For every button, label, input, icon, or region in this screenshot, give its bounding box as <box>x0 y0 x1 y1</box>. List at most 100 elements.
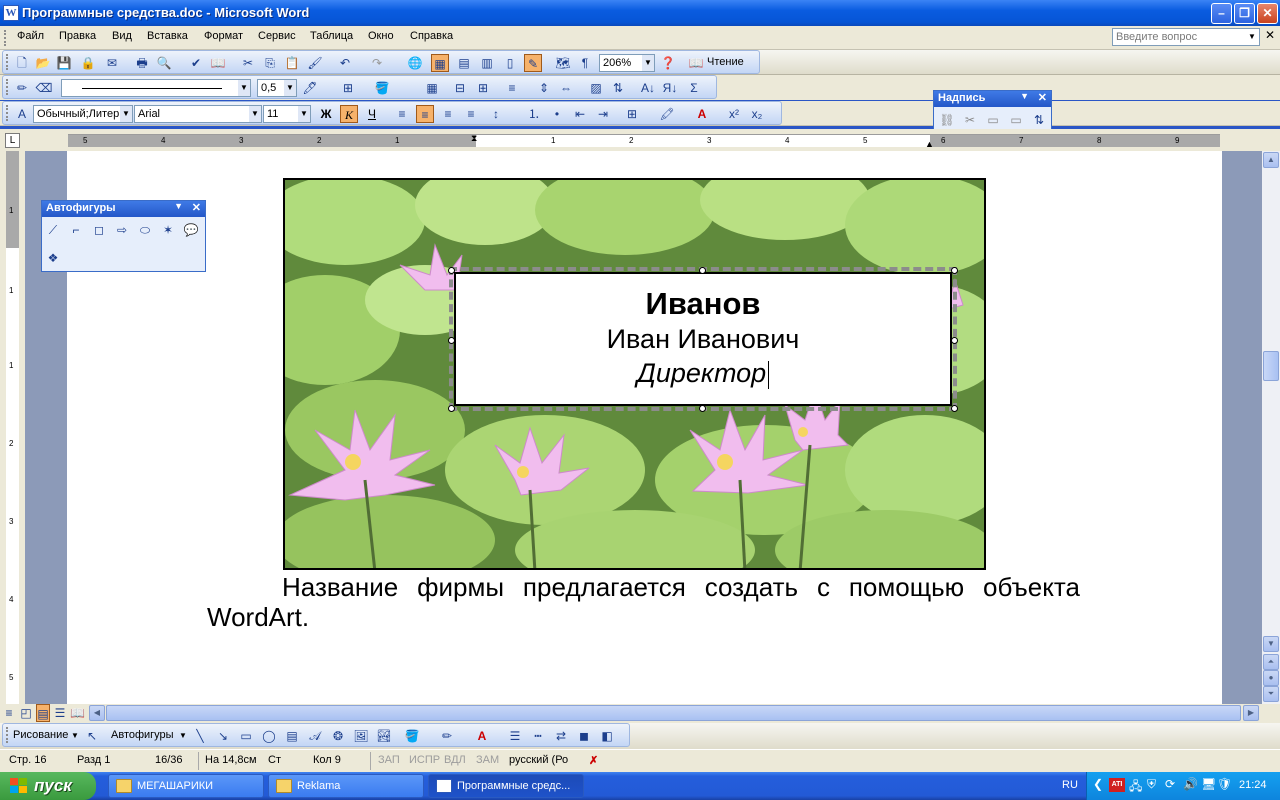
draw-menu-button[interactable]: Рисование <box>13 729 68 741</box>
fill-color-icon[interactable]: 🪣 <box>403 727 421 745</box>
style-select[interactable]: Обычный;Литер ▼ <box>33 105 133 123</box>
title-bar[interactable]: W Программные средства.doc - Microsoft W… <box>0 0 1280 26</box>
next-textbox-icon[interactable]: ▭ <box>1007 111 1025 129</box>
help-icon[interactable]: ❓ <box>659 54 677 72</box>
outline-view-icon[interactable]: ☰ <box>53 704 67 722</box>
picture-icon[interactable]: 🏞 <box>375 727 393 745</box>
align-center-icon[interactable]: ≡ <box>416 105 434 123</box>
print-icon[interactable]: 🖶 <box>133 54 151 72</box>
eraser-icon[interactable]: ⌫ <box>35 79 53 97</box>
chevron-down-icon[interactable]: ▼ <box>642 55 654 71</box>
right-indent-marker[interactable]: ▲ <box>925 139 934 149</box>
vertical-ruler[interactable]: 1 1 1 2 3 4 5 <box>0 151 25 704</box>
arrow-icon[interactable]: ↘ <box>214 727 232 745</box>
split-cells-icon[interactable]: ⊞ <box>474 79 492 97</box>
break-link-icon[interactable]: ✂ <box>961 111 979 129</box>
card-surname[interactable]: Иванов <box>456 286 950 322</box>
chevron-down-icon[interactable]: ▼ <box>298 106 310 122</box>
lines-icon[interactable]: ⟋ <box>44 221 62 239</box>
flowchart-icon[interactable]: ⬭ <box>136 221 154 239</box>
card-name[interactable]: Иван Иванович <box>456 322 950 356</box>
font-color-icon[interactable]: A <box>693 105 711 123</box>
callouts-icon[interactable]: 💬 <box>182 221 200 239</box>
cut-icon[interactable]: ✂ <box>239 54 257 72</box>
superscript-icon[interactable]: x² <box>725 105 743 123</box>
insert-excel-icon[interactable]: ▥ <box>478 54 496 72</box>
chevron-down-icon[interactable]: ▼ <box>1246 30 1258 44</box>
chevron-down-icon[interactable]: ▼ <box>120 106 132 122</box>
insert-table-icon[interactable]: ▤ <box>455 54 473 72</box>
autosum-icon[interactable]: Σ <box>685 79 703 97</box>
columns-icon[interactable]: ▯ <box>501 54 519 72</box>
font-color-icon[interactable]: A <box>473 727 491 745</box>
shading-icon[interactable]: 🪣 <box>373 79 391 97</box>
shadow-icon[interactable]: ◼ <box>575 727 593 745</box>
styles-formatting-icon[interactable]: A <box>13 105 31 123</box>
distribute-cols-icon[interactable]: ⇔ <box>557 79 575 97</box>
menu-table[interactable]: Таблица <box>310 30 353 42</box>
word-app-icon[interactable]: W <box>3 5 19 21</box>
horizontal-scroll-thumb[interactable] <box>106 705 1241 721</box>
resize-handle[interactable] <box>951 405 958 412</box>
align-right-icon[interactable]: ≡ <box>439 105 457 123</box>
line-spacing-icon[interactable]: ↕ <box>487 105 505 123</box>
paste-icon[interactable]: 📋 <box>283 54 301 72</box>
scroll-down-button[interactable]: ▼ <box>1263 636 1279 652</box>
taskbar-button-megasharik[interactable]: МЕГАШАРИКИ <box>108 774 264 798</box>
bold-button[interactable]: Ж <box>317 105 335 123</box>
increase-indent-icon[interactable]: ⇥ <box>594 105 612 123</box>
spelling-status-icon[interactable]: ✗ <box>589 754 598 767</box>
vertical-scrollbar[interactable]: ▲ ▼ ⏶ ● ⏷ <box>1262 151 1280 704</box>
resize-handle[interactable] <box>448 337 455 344</box>
menu-window[interactable]: Окно <box>368 30 394 42</box>
document-map-icon[interactable]: 🗺 <box>554 54 572 72</box>
basic-shapes-icon[interactable]: ◻ <box>90 221 108 239</box>
chevron-left-icon[interactable]: ❮ <box>1093 777 1103 791</box>
read-icon[interactable]: 📖 <box>687 54 705 72</box>
first-line-indent-marker[interactable]: ⧗ <box>471 133 477 144</box>
format-painter-icon[interactable]: 🖌 <box>306 54 324 72</box>
outside-border-icon[interactable]: ⊞ <box>623 105 641 123</box>
toolbar-grip[interactable] <box>6 79 9 95</box>
status-language[interactable]: русский (Ро <box>509 754 568 766</box>
wordart-icon[interactable]: 𝒜 <box>306 727 324 745</box>
menu-view[interactable]: Вид <box>112 30 132 42</box>
line-style-select[interactable]: ▼ <box>61 79 251 97</box>
clipart-icon[interactable]: 🖼 <box>352 727 370 745</box>
resize-handle[interactable] <box>448 267 455 274</box>
zoom-select[interactable]: 206% ▼ <box>599 54 655 72</box>
borders-icon[interactable]: ⊞ <box>339 79 357 97</box>
sort-asc-icon[interactable]: A↓ <box>639 79 657 97</box>
status-track[interactable]: ИСПР <box>409 754 440 766</box>
read-button-label[interactable]: Чтение <box>707 56 744 68</box>
textbox-toolbar[interactable]: Надпись ▼ ✕ ⛓ ✂ ▭ ▭ ⇅ <box>933 90 1052 133</box>
border-color-icon[interactable]: 🖊 <box>301 79 319 97</box>
subscript-icon[interactable]: x₂ <box>748 105 766 123</box>
autoshapes-toolbar[interactable]: Автофигуры ▼ ✕ ⟋ ⌐ ◻ ⇨ ⬭ ✶ 💬 ❖ <box>41 200 206 272</box>
highlight-icon[interactable]: 🖍 <box>658 105 676 123</box>
text-direction-icon[interactable]: ⇅ <box>1030 111 1048 129</box>
taskbar-button-word[interactable]: Программные средс... <box>428 774 584 798</box>
network-icon[interactable]: 🖧 <box>1129 777 1142 798</box>
textbox-toolbar-header[interactable]: Надпись ▼ ✕ <box>934 91 1051 107</box>
undo-icon[interactable]: ↶ <box>336 54 354 72</box>
menu-file[interactable]: Файл <box>17 30 44 42</box>
next-page-button[interactable]: ⏷ <box>1263 686 1279 702</box>
tab-selector[interactable]: L <box>5 133 20 148</box>
select-objects-icon[interactable]: ↖ <box>83 727 101 745</box>
volume-icon[interactable]: 🔊 <box>1183 777 1198 791</box>
scroll-up-button[interactable]: ▲ <box>1263 152 1279 168</box>
language-indicator[interactable]: RU <box>1062 779 1078 791</box>
underline-button[interactable]: Ч <box>363 105 381 123</box>
align-icon[interactable]: ≡ <box>503 79 521 97</box>
resize-handle[interactable] <box>448 405 455 412</box>
oval-icon[interactable]: ◯ <box>260 727 278 745</box>
close-button[interactable]: ✕ <box>1257 3 1278 24</box>
chevron-down-icon[interactable]: ▼ <box>174 201 183 211</box>
minimize-button[interactable]: – <box>1211 3 1232 24</box>
horizontal-ruler[interactable]: L 5 4 3 2 1 1 2 3 4 5 6 7 8 9 ⧗ ▲ <box>0 129 1280 151</box>
select-browse-object-button[interactable]: ● <box>1263 670 1279 686</box>
prev-textbox-icon[interactable]: ▭ <box>984 111 1002 129</box>
line-icon[interactable]: ╲ <box>191 727 209 745</box>
distribute-rows-icon[interactable]: ⇕ <box>535 79 553 97</box>
